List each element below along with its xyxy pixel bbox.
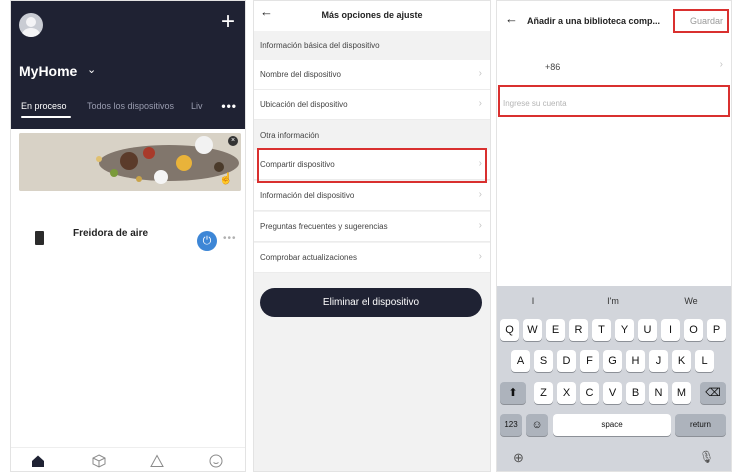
chevron-right-icon: › — [478, 98, 482, 109]
chevron-right-icon: › — [478, 68, 482, 79]
suggestion-bar: I I'm We — [497, 286, 731, 312]
settings-topbar: ← Más opciones de ajuste — [254, 1, 490, 31]
shift-key[interactable]: ⬆ — [500, 382, 526, 404]
chevron-right-icon[interactable]: › — [720, 59, 723, 70]
key-o[interactable]: O — [684, 319, 703, 341]
numbers-key[interactable]: 123 — [500, 414, 522, 436]
key-l[interactable]: L — [695, 350, 714, 372]
share-highlight-box — [257, 148, 487, 183]
row-label: Preguntas frecuentes y sugerencias — [260, 222, 388, 231]
device-cube-icon[interactable] — [92, 454, 106, 468]
delete-device-button[interactable]: Eliminar el dispositivo — [260, 288, 482, 317]
key-g[interactable]: G — [603, 350, 622, 372]
key-m[interactable]: M — [672, 382, 691, 404]
avatar[interactable] — [19, 13, 43, 37]
promo-banner[interactable]: × ☝ — [19, 133, 241, 191]
device-more-button[interactable]: ••• — [223, 233, 237, 244]
key-r[interactable]: R — [569, 319, 588, 341]
active-tab-indicator — [21, 116, 71, 118]
air-fryer-icon — [35, 231, 44, 245]
key-w[interactable]: W — [523, 319, 542, 341]
page-title: Añadir a una biblioteca comp... — [527, 16, 661, 26]
row-label: Nombre del dispositivo — [260, 70, 341, 79]
key-u[interactable]: U — [638, 319, 657, 341]
section-basic-label: Información básica del dispositivo — [260, 41, 380, 50]
chevron-right-icon: › — [478, 189, 482, 200]
backspace-key[interactable]: ⌫ — [700, 382, 726, 404]
profile-icon[interactable] — [209, 454, 223, 468]
key-d[interactable]: D — [557, 350, 576, 372]
food-illustration — [19, 133, 241, 191]
keyboard: I I'm We Q W E R T Y U I O P A S D F G H… — [497, 286, 731, 471]
add-device-button[interactable]: + — [221, 10, 235, 34]
home-title[interactable]: MyHome — [19, 63, 77, 79]
country-code[interactable]: +86 — [545, 62, 560, 72]
back-arrow-icon[interactable]: ← — [505, 11, 518, 26]
key-e[interactable]: E — [546, 319, 565, 341]
key-v[interactable]: V — [603, 382, 622, 404]
device-card[interactable]: Freidora de aire ⏻ ••• — [19, 225, 241, 255]
save-highlight-box — [673, 9, 729, 33]
row-label: Ubicación del dispositivo — [260, 100, 348, 109]
key-k[interactable]: K — [672, 350, 691, 372]
more-tabs-button[interactable]: ••• — [221, 99, 237, 113]
key-a[interactable]: A — [511, 350, 530, 372]
device-name: Freidora de aire — [73, 228, 149, 239]
suggestion-1[interactable]: I — [503, 296, 563, 306]
close-icon[interactable]: × — [228, 136, 238, 146]
home-screen-panel: + MyHome ⌄ En proceso Todos los disposit… — [10, 0, 246, 472]
account-highlight-box — [498, 85, 730, 117]
key-x[interactable]: X — [557, 382, 576, 404]
key-j[interactable]: J — [649, 350, 668, 372]
home-icon[interactable] — [31, 454, 45, 468]
chevron-right-icon: › — [478, 251, 482, 262]
home-header: + MyHome ⌄ En proceso Todos los disposit… — [11, 1, 245, 129]
microphone-icon[interactable]: 🎙 — [699, 450, 714, 464]
chevron-down-icon[interactable]: ⌄ — [87, 63, 96, 76]
more-settings-panel: ← Más opciones de ajuste Información bás… — [253, 0, 491, 472]
hand-pointer-icon: ☝ — [219, 173, 233, 185]
return-key[interactable]: return — [675, 414, 726, 436]
tab-en-proceso[interactable]: En proceso — [21, 101, 67, 111]
room-tabs: En proceso Todos los dispositivos Liv ••… — [19, 99, 241, 121]
suggestion-3[interactable]: We — [661, 296, 721, 306]
settings-row-ubicacion[interactable]: Ubicación del dispositivo › — [254, 90, 490, 120]
space-key[interactable]: space — [553, 414, 671, 436]
key-y[interactable]: Y — [615, 319, 634, 341]
key-q[interactable]: Q — [500, 319, 519, 341]
section-other-label: Otra información — [260, 131, 320, 140]
add-shared-panel: ← Añadir a una biblioteca comp... Guarda… — [496, 0, 732, 472]
power-button[interactable]: ⏻ — [197, 231, 217, 251]
key-b[interactable]: B — [626, 382, 645, 404]
key-i[interactable]: I — [661, 319, 680, 341]
tab-liv[interactable]: Liv — [191, 101, 203, 111]
tab-todos-los-dispositivos[interactable]: Todos los dispositivos — [87, 101, 174, 111]
settings-row-actualizaciones[interactable]: Comprobar actualizaciones › — [254, 243, 490, 273]
page-title: Más opciones de ajuste — [321, 10, 423, 20]
key-s[interactable]: S — [534, 350, 553, 372]
settings-row-nombre[interactable]: Nombre del dispositivo › — [254, 60, 490, 90]
settings-row-informacion[interactable]: Información del dispositivo › — [254, 181, 490, 211]
key-n[interactable]: N — [649, 382, 668, 404]
globe-icon[interactable]: ⊕ — [513, 450, 524, 466]
key-p[interactable]: P — [707, 319, 726, 341]
bottom-nav — [11, 447, 245, 471]
scene-icon[interactable] — [150, 454, 164, 468]
key-z[interactable]: Z — [534, 382, 553, 404]
emoji-icon[interactable]: ☺ — [526, 414, 548, 436]
key-c[interactable]: C — [580, 382, 599, 404]
key-h[interactable]: H — [626, 350, 645, 372]
chevron-right-icon: › — [478, 220, 482, 231]
row-label: Información del dispositivo — [260, 191, 355, 200]
key-t[interactable]: T — [592, 319, 611, 341]
key-f[interactable]: F — [580, 350, 599, 372]
settings-row-preguntas[interactable]: Preguntas frecuentes y sugerencias › — [254, 212, 490, 242]
row-label: Comprobar actualizaciones — [260, 253, 357, 262]
suggestion-2[interactable]: I'm — [583, 296, 643, 306]
